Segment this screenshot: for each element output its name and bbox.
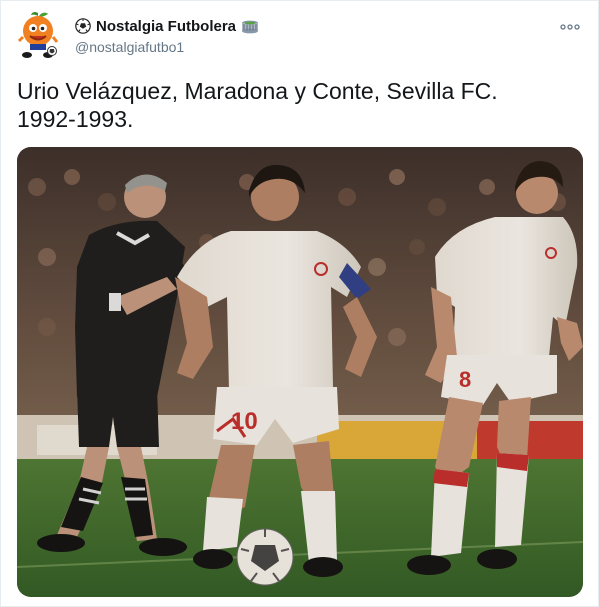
tweet-text: Urio Velázquez, Maradona y Conte, Sevill…	[17, 78, 498, 132]
author-name-row[interactable]: Nostalgia Futbolera	[75, 16, 259, 36]
author-identity: Nostalgia Futbolera @nostalgiafutbo1	[75, 16, 259, 55]
tweet-header: Nostalgia Futbolera @nostalgiafutbo1	[15, 11, 584, 61]
author-handle[interactable]: @nostalgiafutbo1	[75, 39, 259, 55]
more-options-icon[interactable]	[560, 19, 580, 30]
tweet-photo[interactable]: 10 8	[17, 147, 583, 597]
orange-mascot-icon	[17, 11, 59, 58]
tweet-card: Nostalgia Futbolera @nostalgiafutbo1 Uri…	[0, 0, 599, 607]
football-photo-illustration: 10 8	[17, 147, 583, 597]
stadium-icon	[241, 18, 259, 34]
avatar[interactable]	[15, 11, 61, 59]
author-display-name[interactable]: Nostalgia Futbolera	[96, 18, 236, 35]
soccer-ball-icon	[75, 18, 91, 34]
